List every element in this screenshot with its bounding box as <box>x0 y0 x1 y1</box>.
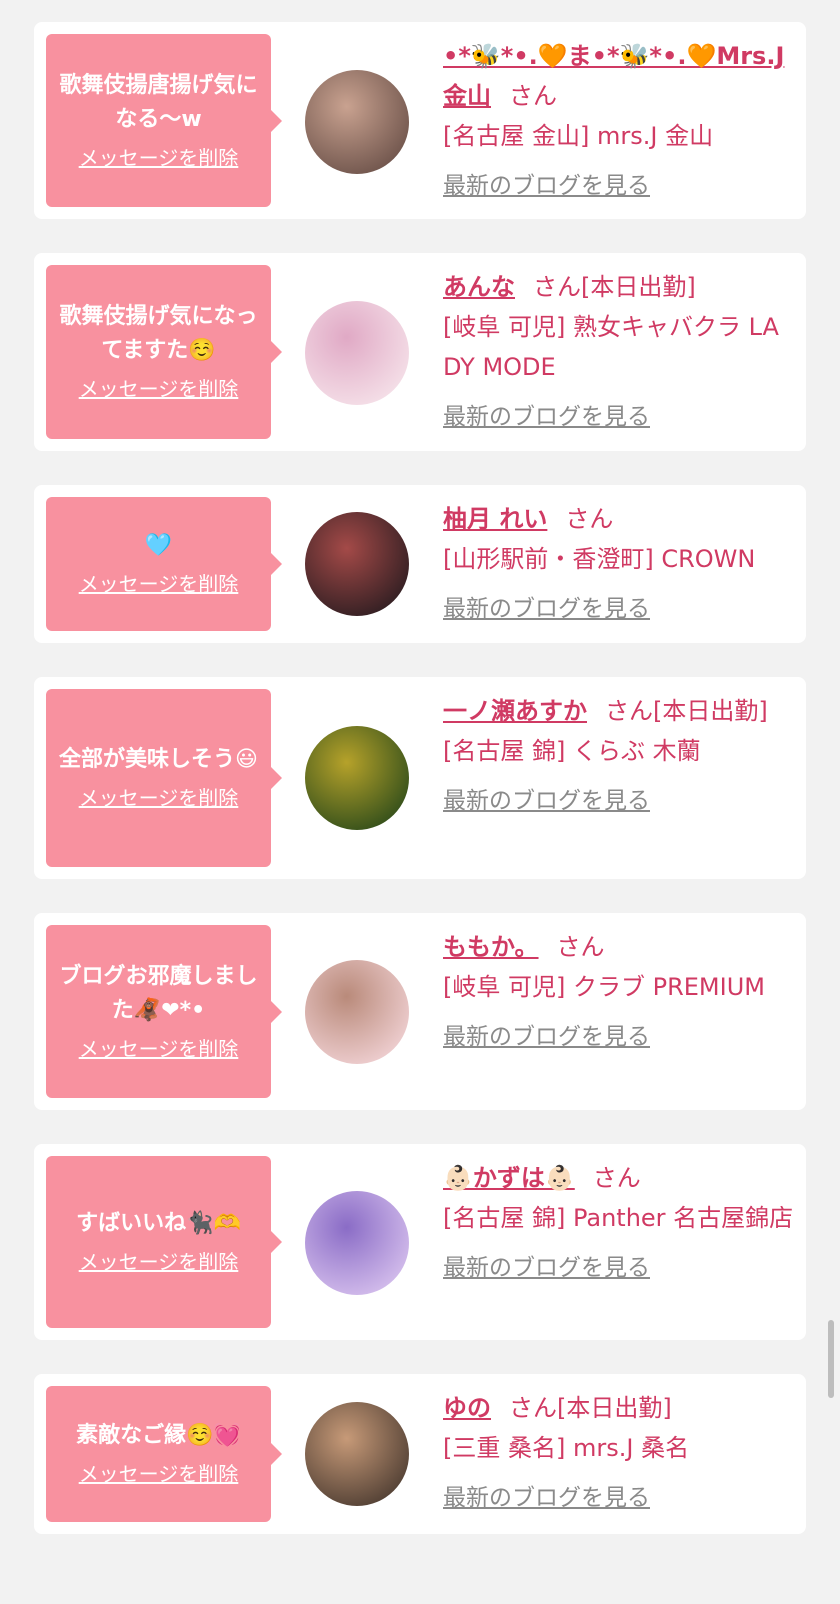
latest-blog-link[interactable]: 最新のブログを見る <box>443 591 650 627</box>
girl-info: ゆの さん[本日出勤] [三重 桑名] mrs.J 桑名 最新のブログを見る <box>443 1388 796 1517</box>
message-bubble: 素敵なご縁☺️💓 メッセージを削除 <box>46 1386 282 1522</box>
message-text: 素敵なご縁☺️💓 <box>76 1423 241 1448</box>
latest-blog-link[interactable]: 最新のブログを見る <box>443 1480 650 1516</box>
honorific: さん <box>509 82 557 110</box>
message-card: 歌舞伎揚唐揚げ気になる〜w メッセージを削除 •*🐝*•.🧡ま•*🐝*•.🧡Mr… <box>34 22 806 219</box>
message-bubble: ブログお邪魔しました🦧❤︎*• メッセージを削除 <box>46 925 282 1098</box>
shop-name: [名古屋 金山] mrs.J 金山 <box>443 122 714 150</box>
message-card: すばいいね🐈‍⬛🫶 メッセージを削除 👶🏻かずは👶🏻 さん [名古屋 錦] Pan… <box>34 1144 806 1340</box>
message-bubble: すばいいね🐈‍⬛🫶 メッセージを削除 <box>46 1156 282 1328</box>
girl-name-link[interactable]: 一ノ瀬あすか <box>443 697 587 725</box>
shop-name: [岐阜 可児] 熟女キャバクラ LADY MODE <box>443 313 779 381</box>
latest-blog-link[interactable]: 最新のブログを見る <box>443 168 650 204</box>
message-card: ブログお邪魔しました🦧❤︎*• メッセージを削除 ももか。 さん [岐阜 可児] … <box>34 913 806 1110</box>
avatar[interactable] <box>305 1191 409 1295</box>
attendance-badge: [本日出勤] <box>581 273 696 301</box>
shop-name: [名古屋 錦] くらぶ 木蘭 <box>443 737 701 765</box>
honorific: さん <box>592 1164 641 1192</box>
shop-name: [岐阜 可児] クラブ PREMIUM <box>443 973 765 1001</box>
delete-message-link[interactable]: メッセージを削除 <box>79 1034 239 1064</box>
scrollbar[interactable] <box>828 1320 834 1398</box>
attendance-badge: [本日出勤] <box>653 697 768 725</box>
girl-info: ももか。 さん [岐阜 可児] クラブ PREMIUM 最新のブログを見る <box>443 927 796 1056</box>
latest-blog-link[interactable]: 最新のブログを見る <box>443 1019 650 1055</box>
message-bubble: 🩵 メッセージを削除 <box>46 497 282 631</box>
latest-blog-link[interactable]: 最新のブログを見る <box>443 783 650 819</box>
message-card: 素敵なご縁☺️💓 メッセージを削除 ゆの さん[本日出勤] [三重 桑名] mrs… <box>34 1374 806 1534</box>
message-text: 歌舞伎揚唐揚げ気になる〜w <box>59 72 258 132</box>
shop-name: [山形駅前・香澄町] CROWN <box>443 545 756 573</box>
avatar[interactable] <box>305 1402 409 1506</box>
girl-name-link[interactable]: ゆの <box>443 1394 491 1422</box>
delete-message-link[interactable]: メッセージを削除 <box>79 143 239 173</box>
girl-name-link[interactable]: あんな <box>443 273 515 301</box>
girl-name-link[interactable]: ももか。 <box>443 933 539 961</box>
latest-blog-link[interactable]: 最新のブログを見る <box>443 1250 650 1286</box>
honorific: さん <box>556 933 605 961</box>
attendance-badge: [本日出勤] <box>557 1394 672 1422</box>
avatar[interactable] <box>305 70 409 174</box>
honorific: さん <box>533 273 581 301</box>
message-bubble: 全部が美味しそう😃 メッセージを削除 <box>46 689 282 867</box>
girl-info: 一ノ瀬あすか さん[本日出勤] [名古屋 錦] くらぶ 木蘭 最新のブログを見る <box>443 691 796 820</box>
shop-name: [名古屋 錦] Panther 名古屋錦店 <box>443 1204 794 1232</box>
delete-message-link[interactable]: メッセージを削除 <box>79 374 239 404</box>
message-text: ブログお邪魔しました🦧❤︎*• <box>59 963 258 1023</box>
message-card: 歌舞伎揚げ気になってますた☺️ メッセージを削除 あんな さん[本日出勤] [岐阜… <box>34 253 806 451</box>
delete-message-link[interactable]: メッセージを削除 <box>79 1247 239 1277</box>
avatar[interactable] <box>305 301 409 405</box>
latest-blog-link[interactable]: 最新のブログを見る <box>443 399 650 435</box>
girl-info: あんな さん[本日出勤] [岐阜 可児] 熟女キャバクラ LADY MODE 最新… <box>443 267 796 436</box>
honorific: さん <box>565 505 614 533</box>
avatar[interactable] <box>305 960 409 1064</box>
message-card: 全部が美味しそう😃 メッセージを削除 一ノ瀬あすか さん[本日出勤] [名古屋 錦… <box>34 677 806 879</box>
girl-info: 柚月 れい さん [山形駅前・香澄町] CROWN 最新のブログを見る <box>443 499 796 628</box>
girl-info: •*🐝*•.🧡ま•*🐝*•.🧡Mrs.J金山 さん [名古屋 金山] mrs.J … <box>443 36 796 205</box>
girl-info: 👶🏻かずは👶🏻 さん [名古屋 錦] Panther 名古屋錦店 最新のブログを見… <box>443 1158 796 1287</box>
shop-name: [三重 桑名] mrs.J 桑名 <box>443 1434 690 1462</box>
honorific: さん <box>509 1394 557 1422</box>
message-text: 全部が美味しそう😃 <box>59 747 258 772</box>
message-text: すばいいね🐈‍⬛🫶 <box>76 1211 241 1236</box>
avatar[interactable] <box>305 512 409 616</box>
girl-name-link[interactable]: 柚月 れい <box>443 505 547 533</box>
avatar[interactable] <box>305 726 409 830</box>
girl-name-link[interactable]: •*🐝*•.🧡ま•*🐝*•.🧡Mrs.J金山 <box>443 42 784 110</box>
message-text: 🩵 <box>144 533 173 558</box>
message-text: 歌舞伎揚げ気になってますた☺️ <box>59 304 258 363</box>
message-bubble: 歌舞伎揚げ気になってますた☺️ メッセージを削除 <box>46 265 282 439</box>
honorific: さん <box>605 697 653 725</box>
message-bubble: 歌舞伎揚唐揚げ気になる〜w メッセージを削除 <box>46 34 282 207</box>
message-card: 🩵 メッセージを削除 柚月 れい さん [山形駅前・香澄町] CROWN 最新のブ… <box>34 485 806 643</box>
girl-name-link[interactable]: 👶🏻かずは👶🏻 <box>443 1164 575 1192</box>
delete-message-link[interactable]: メッセージを削除 <box>79 783 239 813</box>
delete-message-link[interactable]: メッセージを削除 <box>79 569 239 599</box>
delete-message-link[interactable]: メッセージを削除 <box>79 1459 239 1489</box>
